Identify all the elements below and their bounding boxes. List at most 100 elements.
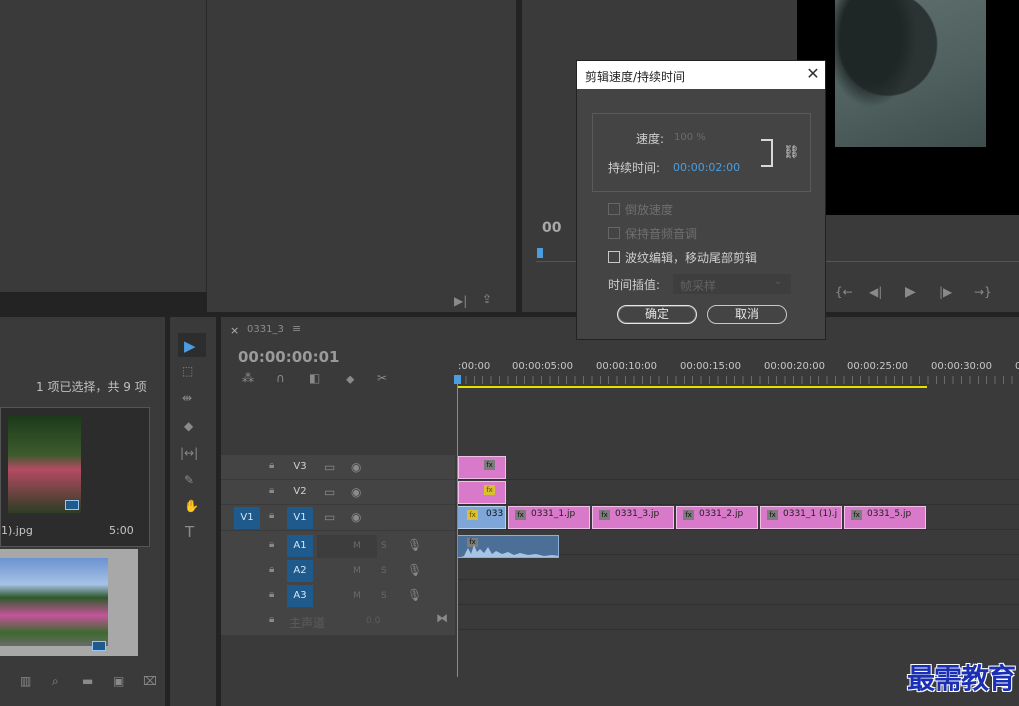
timeline-tab[interactable]: 0331_3 [247, 324, 284, 335]
source-patch-v1[interactable]: V1 [234, 507, 260, 529]
lock-icon[interactable]: 🔒︎ [269, 590, 274, 600]
timeline-tab-close-icon[interactable]: × [230, 324, 239, 337]
keep-pitch-label: 保持音频音调 [625, 227, 698, 241]
solo-button[interactable]: S [381, 566, 387, 576]
speed-duration-group: 速度: 100 % 持续时间: 00:00:02:00 ⛓︎ [592, 113, 811, 192]
cancel-button[interactable]: 取消 [707, 305, 787, 324]
timeline-panel: × 0331_3 ≡ 00:00:00:01 ⁂ ∩ ◧ ⬥ ✂ :00:00 … [221, 317, 1019, 706]
mute-button[interactable]: M [353, 541, 361, 551]
timeline-tab-menu-icon[interactable]: ≡ [292, 322, 301, 335]
clip-v1[interactable]: fx 0331_3.jp [592, 506, 674, 529]
work-area-bar[interactable] [457, 386, 927, 388]
track-select-tool-icon[interactable]: ⬚ [182, 365, 193, 377]
clip-name: 033 [486, 509, 504, 519]
track-target-a3[interactable]: A3 [287, 585, 313, 607]
selection-tool-icon[interactable]: ▶ [184, 337, 196, 355]
close-icon[interactable]: ✕ [803, 64, 823, 84]
linked-selection-icon[interactable]: ◧ [309, 372, 320, 384]
clip-v1[interactable]: fx 0331_5.jp [844, 506, 926, 529]
pen-tool-icon[interactable]: ✎ [184, 474, 194, 486]
image-badge-icon [92, 641, 106, 651]
mute-button[interactable]: M [353, 591, 361, 601]
clip-name: 0331_3.jp [615, 509, 660, 519]
step-forward-icon[interactable]: |▶ [939, 286, 952, 298]
reverse-speed-checkbox[interactable] [608, 203, 620, 215]
eye-icon[interactable]: ◉ [351, 511, 361, 523]
solo-button[interactable]: S [381, 541, 387, 551]
clip-name: 0331_1 (1).j [783, 509, 838, 519]
razor-tool-icon[interactable]: ◆ [184, 420, 193, 432]
step-back-icon[interactable]: ◀| [869, 286, 882, 298]
program-playhead[interactable] [537, 248, 543, 258]
add-marker-icon[interactable]: ⬥ [346, 373, 354, 385]
playhead-handle[interactable] [454, 375, 461, 384]
sync-lock-icon[interactable]: ▭ [324, 461, 335, 473]
ripple-edit-checkbox[interactable] [608, 251, 620, 263]
master-volume-value[interactable]: 0.0 [366, 616, 380, 626]
hand-tool-icon[interactable]: ✋ [184, 500, 199, 512]
eye-icon[interactable]: ◉ [351, 486, 361, 498]
mark-in-icon[interactable]: {← [835, 286, 853, 298]
sync-lock-icon[interactable]: ▭ [324, 511, 335, 523]
eye-icon[interactable]: ◉ [351, 461, 361, 473]
track-master: 🔒︎ 主声道 0.0 [221, 609, 455, 633]
link-bracket [761, 139, 773, 167]
link-chain-icon[interactable]: ⛓︎ [783, 145, 800, 160]
type-tool-icon[interactable]: T [185, 525, 194, 540]
clip-v3[interactable]: fx [458, 456, 506, 479]
speed-value[interactable]: 100 % [674, 132, 706, 143]
track-target-a2[interactable]: A2 [287, 560, 313, 582]
project-item[interactable] [0, 549, 138, 656]
speed-duration-dialog: 剪辑速度/持续时间 ✕ 速度: 100 % 持续时间: 00:00:02:00 … [576, 60, 826, 340]
search-icon[interactable]: ⌕ [52, 675, 59, 687]
time-ruler[interactable]: :00:00 00:00:05:00 00:00:10:00 00:00:15:… [457, 357, 1019, 389]
keep-pitch-checkbox[interactable] [608, 227, 620, 239]
new-bin-icon[interactable]: ▬ [82, 675, 93, 687]
program-timecode[interactable]: 00 [542, 220, 561, 236]
timeline-timecode[interactable]: 00:00:00:01 [238, 348, 340, 366]
settings-wrench-icon[interactable]: ✂ [377, 372, 387, 384]
clip-v2[interactable]: fx [458, 481, 506, 504]
new-item-icon[interactable]: ▣ [113, 675, 124, 687]
snap-icon[interactable]: ∩ [276, 372, 285, 384]
ruler-label: 00:00:15:00 [680, 361, 742, 372]
play-icon[interactable]: ▶ [905, 285, 916, 299]
lock-icon[interactable]: 🔒︎ [269, 615, 274, 625]
lock-icon[interactable]: 🔒︎ [269, 461, 274, 471]
time-interpolation-select[interactable]: 帧采样 ⌄ [673, 274, 791, 294]
fx-badge: fx [484, 460, 495, 470]
clip-v1[interactable]: fx 0331_1 (1).j [760, 506, 842, 529]
lock-icon[interactable]: 🔒︎ [269, 511, 274, 521]
collapse-tracks-icon[interactable]: ⧓ [436, 612, 448, 624]
mute-button[interactable]: M [353, 566, 361, 576]
time-interpolation-label: 时间插值: [608, 278, 661, 292]
sync-lock-icon[interactable]: ▭ [324, 486, 335, 498]
clip-v1[interactable]: fx 0331_1.jp [508, 506, 590, 529]
timeline-playhead[interactable] [457, 379, 458, 677]
voiceover-mic-icon[interactable]: 🎙︎ [407, 539, 422, 551]
nest-icon[interactable]: ⁂ [242, 372, 254, 384]
ok-button[interactable]: 确定 [617, 305, 697, 324]
voiceover-mic-icon[interactable]: 🎙︎ [407, 589, 422, 601]
lock-icon[interactable]: 🔒︎ [269, 565, 274, 575]
mark-out-icon[interactable]: →} [974, 286, 992, 298]
track-target-v3[interactable]: V3 [287, 456, 313, 478]
solo-button[interactable]: S [381, 591, 387, 601]
delete-icon[interactable]: ⌧ [143, 675, 157, 687]
clip-a1[interactable]: fx [457, 535, 559, 558]
lock-icon[interactable]: 🔒︎ [269, 486, 274, 496]
clip-v1-selected[interactable]: fx 033 [457, 506, 506, 529]
export-frame-icon[interactable]: ▶| [454, 295, 467, 307]
ripple-edit-tool-icon[interactable]: ⇹ [182, 392, 192, 404]
list-view-icon[interactable]: ▥ [20, 675, 31, 687]
project-item-selected[interactable]: 1).jpg 5:00 [0, 407, 150, 547]
slip-tool-icon[interactable]: |↔| [180, 447, 198, 459]
lock-icon[interactable]: 🔒︎ [269, 540, 274, 550]
track-target-v2[interactable]: V2 [287, 481, 313, 503]
clip-v1[interactable]: fx 0331_2.jp [676, 506, 758, 529]
voiceover-mic-icon[interactable]: 🎙︎ [407, 564, 422, 576]
track-target-v1[interactable]: V1 [287, 507, 313, 529]
track-target-a1[interactable]: A1 [287, 535, 313, 557]
share-icon[interactable]: ⇪ [482, 293, 492, 305]
duration-value[interactable]: 00:00:02:00 [673, 161, 740, 174]
